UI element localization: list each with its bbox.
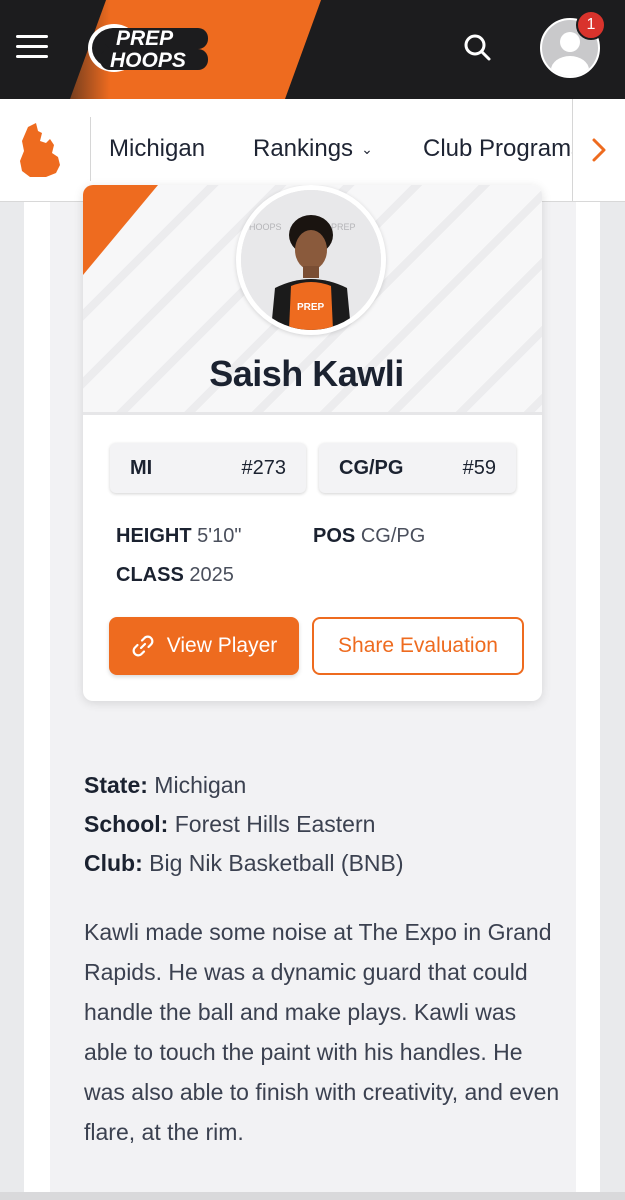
search-icon[interactable]	[460, 30, 496, 66]
chevron-down-icon: ⌄	[361, 141, 373, 158]
state-detail: State: Michigan	[84, 772, 247, 798]
share-evaluation-label: Share Evaluation	[338, 634, 498, 657]
evaluation-text: Kawli made some noise at The Expo in Gra…	[84, 919, 560, 1145]
nav-rankings[interactable]: Rankings ⌄	[253, 135, 373, 163]
svg-text:PREP: PREP	[331, 222, 356, 232]
notification-badge: 1	[576, 10, 606, 40]
nav-club-programs[interactable]: Club Programs	[423, 135, 573, 163]
club-detail: Club: Big Nik Basketball (BNB)	[84, 850, 404, 876]
logo-text-hoops: HOOPS	[110, 49, 186, 72]
michigan-state-icon[interactable]	[16, 121, 64, 177]
nav-michigan[interactable]: Michigan	[109, 135, 205, 163]
prephoops-logo[interactable]: PREP HOOPS	[86, 22, 210, 74]
share-evaluation-button[interactable]: Share Evaluation	[312, 617, 524, 675]
link-icon	[132, 635, 154, 657]
position-rank-badge: CG/PG #59	[319, 443, 516, 493]
state-rank-value: #273	[241, 457, 287, 479]
user-avatar-button[interactable]: 1	[540, 10, 606, 78]
chevron-right-icon	[592, 138, 606, 162]
svg-text:HOOPS: HOOPS	[249, 222, 282, 232]
svg-text:PREP: PREP	[297, 302, 325, 313]
position-attribute: POS CG/PG	[313, 525, 426, 547]
logo-text-prep: PREP	[116, 27, 174, 50]
state-rank-badge: MI #273	[110, 443, 306, 493]
state-rank-label: MI	[130, 457, 153, 479]
view-player-button[interactable]: View Player	[109, 617, 299, 675]
school-detail: School: Forest Hills Eastern	[84, 811, 376, 837]
player-photo[interactable]: HOOPS PREP PREP	[236, 185, 386, 335]
player-name: Saish Kawli	[209, 353, 404, 394]
position-rank-value: #59	[462, 457, 496, 479]
nav-rankings-label: Rankings	[253, 135, 354, 162]
player-card: HOOPS PREP PREP Saish Kawli MI #273 CG/P…	[83, 185, 542, 701]
view-player-label: View Player	[166, 634, 278, 657]
top-header: PREP HOOPS 1	[0, 0, 625, 99]
height-attribute: HEIGHT 5'10"	[116, 525, 242, 547]
position-rank-label: CG/PG	[339, 457, 404, 479]
class-attribute: CLASS 2025	[116, 564, 234, 586]
menu-icon[interactable]	[16, 35, 48, 61]
nav-scroll-right-button[interactable]	[572, 99, 625, 201]
